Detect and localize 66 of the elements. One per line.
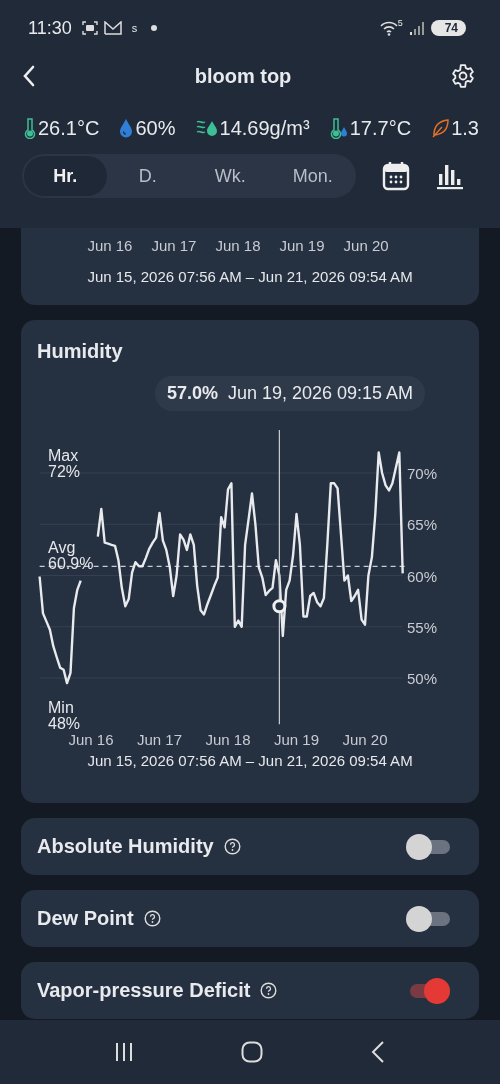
- screenshot-icon: [81, 21, 98, 35]
- thermometer-icon: [24, 117, 36, 139]
- stat-label: Min: [48, 699, 74, 716]
- toggle-label: Dew Point: [37, 907, 134, 930]
- stat-value: 72%: [48, 463, 81, 480]
- date-range: Jun 15, 2026 07:56 AM – Jun 21, 2026 09:54 AM: [87, 752, 413, 769]
- axis-label: Jun 16: [87, 237, 133, 254]
- stat-value: 60.9%: [48, 555, 94, 573]
- y-axis-label: 60%: [407, 567, 438, 585]
- back-icon[interactable]: [370, 1040, 387, 1064]
- stat-label: Max: [48, 447, 79, 464]
- network-label: 5: [397, 18, 403, 28]
- recent-apps-icon[interactable]: [113, 1042, 134, 1062]
- selected-point: [272, 599, 287, 614]
- mail-icon: [103, 21, 122, 35]
- leaf-icon: [431, 118, 450, 138]
- bar-chart-button[interactable]: [436, 162, 464, 190]
- metric-value: 17.7°C: [349, 116, 412, 140]
- water-drop-icon: [119, 118, 134, 138]
- app-letter: s: [131, 22, 138, 34]
- battery-indicator: 74: [430, 20, 466, 36]
- y-axis-label: 65%: [407, 516, 438, 534]
- axis-label: Jun 19: [279, 237, 325, 254]
- metric-value: 26.1°C: [38, 116, 100, 140]
- period-tab[interactable]: Mon.: [271, 156, 354, 196]
- period-tab[interactable]: Wk.: [189, 156, 272, 196]
- date-range: Jun 15, 2026 07:56 AM – Jun 21, 2026 09:54 AM: [87, 268, 413, 285]
- metric-value: 60%: [135, 116, 176, 140]
- thermometer-drop-icon: [329, 117, 348, 139]
- period-tab[interactable]: D.: [106, 156, 189, 196]
- tooltip-value: 57.0%: [166, 383, 218, 404]
- card-title: Humidity: [37, 340, 123, 363]
- toggle-label: Absolute Humidity: [37, 835, 214, 858]
- settings-button[interactable]: [450, 63, 476, 89]
- metric-value: 1.3: [451, 116, 479, 140]
- x-axis-label: Jun 19: [274, 731, 319, 748]
- x-axis-label: Jun 17: [137, 731, 182, 748]
- tooltip-time: Jun 19, 2026 09:15 AM: [227, 383, 414, 404]
- wifi-icon: [379, 20, 398, 36]
- help-icon[interactable]: [143, 910, 161, 927]
- x-axis-label: Jun 20: [342, 731, 388, 748]
- back-button[interactable]: [22, 65, 36, 87]
- stat-value: 48%: [48, 715, 81, 732]
- y-axis-label: 50%: [407, 670, 438, 687]
- metric-value: 14.69g/m³: [219, 116, 310, 140]
- axis-label: Jun 18: [215, 237, 261, 254]
- status-time: 11:30: [28, 17, 72, 39]
- stat-label: Avg: [48, 539, 76, 557]
- home-icon[interactable]: [241, 1041, 263, 1063]
- y-axis-label: 55%: [407, 618, 438, 636]
- screen-title: bloom top: [194, 64, 292, 88]
- period-tab[interactable]: Hr.: [24, 156, 107, 196]
- help-icon[interactable]: [260, 982, 278, 999]
- toggle-switch[interactable]: [406, 905, 450, 932]
- calendar-button[interactable]: [382, 161, 410, 191]
- help-icon[interactable]: [223, 838, 241, 855]
- x-axis-label: Jun 16: [68, 731, 114, 748]
- wind-drop-icon: [195, 118, 218, 138]
- axis-label: Jun 20: [343, 237, 389, 254]
- signal-icon: [408, 21, 425, 35]
- x-axis-label: Jun 18: [205, 731, 251, 748]
- toggle-switch[interactable]: [406, 833, 450, 860]
- notification-dot-icon: [151, 25, 158, 31]
- y-axis-label: 70%: [407, 465, 438, 482]
- toggle-label: Vapor-pressure Deficit: [37, 979, 251, 1002]
- axis-label: Jun 17: [151, 237, 197, 254]
